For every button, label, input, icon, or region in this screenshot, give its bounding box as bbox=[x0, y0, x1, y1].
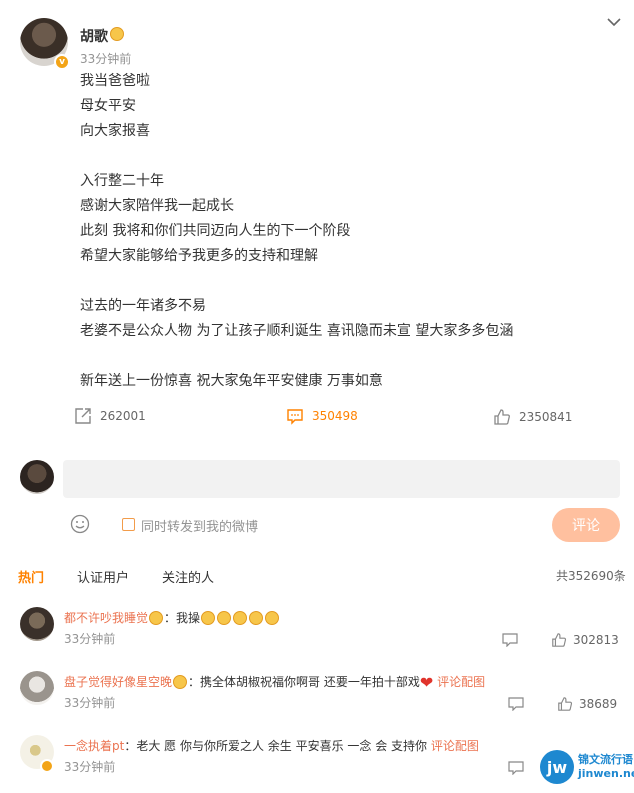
repost-checkbox[interactable] bbox=[122, 518, 135, 531]
reply-icon[interactable] bbox=[508, 761, 524, 775]
fan-badge-icon bbox=[110, 27, 124, 41]
post-time[interactable]: 33分钟前 bbox=[80, 50, 131, 67]
post-text-line: 我当爸爸啦 bbox=[80, 73, 150, 89]
watermark-line: jinwen.net bbox=[578, 767, 634, 780]
post-text-line: 母女平安 bbox=[80, 98, 136, 114]
post-text-line: 向大家报喜 bbox=[80, 123, 150, 139]
comment-button[interactable]: 350498 bbox=[286, 407, 358, 425]
comment-input[interactable] bbox=[63, 460, 620, 498]
reply-icon[interactable] bbox=[508, 697, 524, 711]
comment-username[interactable]: 一念执着pt bbox=[64, 739, 124, 753]
chevron-down-icon[interactable] bbox=[606, 14, 622, 30]
like-button[interactable]: 2350841 bbox=[493, 408, 572, 426]
tab-verified-users[interactable]: 认证用户 bbox=[77, 567, 129, 586]
comment-count: 350498 bbox=[312, 409, 358, 423]
comment-body: 盘子觉得好像星空晚 ：携全体胡椒祝福你啊哥 还要一年拍十部戏❤ 评论配图 bbox=[64, 673, 485, 692]
comment-avatar[interactable] bbox=[20, 607, 54, 641]
post-text-line: 新年送上一份惊喜 祝大家兔年平安健康 万事如意 bbox=[80, 373, 383, 389]
comment-body: 一念执着pt：老大 愿 你与你所爱之人 余生 平安喜乐 一念 会 支持你 评论配… bbox=[64, 737, 479, 754]
comment-body: 都不许吵我睡觉 ：我操 bbox=[64, 609, 280, 626]
comment-avatar[interactable] bbox=[20, 671, 54, 705]
comment-time: 33分钟前 bbox=[64, 632, 116, 646]
comment-time: 33分钟前 bbox=[64, 760, 116, 774]
tab-hot[interactable]: 热门 bbox=[18, 567, 44, 586]
like-count: 2350841 bbox=[519, 410, 573, 424]
fan-badge-icon bbox=[149, 611, 164, 625]
comment-like-button[interactable]: 38689 bbox=[557, 696, 617, 712]
thumbs-up-icon bbox=[552, 633, 567, 647]
verified-badge-icon bbox=[40, 759, 54, 773]
heart-icon: ❤ bbox=[419, 673, 434, 692]
author-name[interactable]: 胡歌 bbox=[80, 26, 108, 46]
watermark-text: 锦文流行语 jinwen.net bbox=[578, 753, 634, 781]
watermark: jw 锦文流行语 jinwen.net bbox=[540, 750, 634, 784]
comment-time: 33分钟前 bbox=[64, 696, 116, 710]
shocked-emoji-icon bbox=[265, 611, 280, 625]
comment-text: ：我操 bbox=[164, 611, 201, 625]
comment-like-count: 302813 bbox=[573, 633, 619, 647]
post-text-line: 此刻 我将和你们共同迈向人生的下一个阶段 bbox=[80, 223, 351, 239]
comment-text: ：携全体胡椒祝福你啊哥 还要一年拍十部戏 bbox=[188, 675, 420, 689]
comment-username[interactable]: 都不许吵我睡觉 bbox=[64, 611, 148, 625]
shocked-emoji-icon bbox=[233, 611, 248, 625]
comment-total-count: 共352690条 bbox=[556, 569, 626, 583]
post-text-line: 老婆不是公众人物 为了让孩子顺利诞生 喜讯隐而未宣 望大家多多包涵 bbox=[80, 323, 514, 339]
repost-checkbox-label[interactable]: 同时转发到我的微博 bbox=[141, 516, 258, 535]
comment-username[interactable]: 盘子觉得好像星空晚 bbox=[64, 675, 172, 689]
verified-badge-icon: v bbox=[54, 54, 70, 70]
my-avatar bbox=[20, 460, 54, 494]
shocked-emoji-icon bbox=[249, 611, 264, 625]
tab-following[interactable]: 关注的人 bbox=[162, 567, 214, 586]
fan-badge-icon bbox=[173, 675, 188, 689]
comment-like-button[interactable]: 302813 bbox=[551, 632, 619, 648]
shocked-emoji-icon bbox=[201, 611, 216, 625]
thumbs-up-icon bbox=[558, 697, 573, 711]
repost-count: 262001 bbox=[100, 409, 146, 423]
post-text-line: 希望大家能够给予我更多的支持和理解 bbox=[80, 248, 318, 264]
watermark-logo: jw bbox=[540, 750, 574, 784]
post-text-line: 过去的一年诸多不易 bbox=[80, 298, 206, 314]
comment-image-link[interactable]: 评论配图 bbox=[431, 739, 479, 753]
comment-like-count: 38689 bbox=[579, 697, 618, 711]
repost-icon bbox=[75, 408, 91, 424]
post-text-line: 感谢大家陪伴我一起成长 bbox=[80, 198, 234, 214]
submit-comment-button[interactable]: 评论 bbox=[552, 508, 620, 542]
shocked-emoji-icon bbox=[217, 611, 232, 625]
post-text-line: 入行整二十年 bbox=[80, 173, 164, 189]
comment-image-link[interactable]: 评论配图 bbox=[437, 675, 485, 689]
comment-icon bbox=[287, 409, 303, 425]
reply-icon[interactable] bbox=[502, 633, 518, 647]
watermark-line: 锦文流行语 bbox=[578, 753, 633, 766]
emoji-icon[interactable] bbox=[70, 514, 90, 534]
comment-text: ：老大 愿 你与你所爱之人 余生 平安喜乐 一念 会 支持你 bbox=[124, 739, 428, 753]
repost-button[interactable]: 262001 bbox=[74, 407, 146, 425]
thumbs-up-icon bbox=[494, 409, 510, 425]
